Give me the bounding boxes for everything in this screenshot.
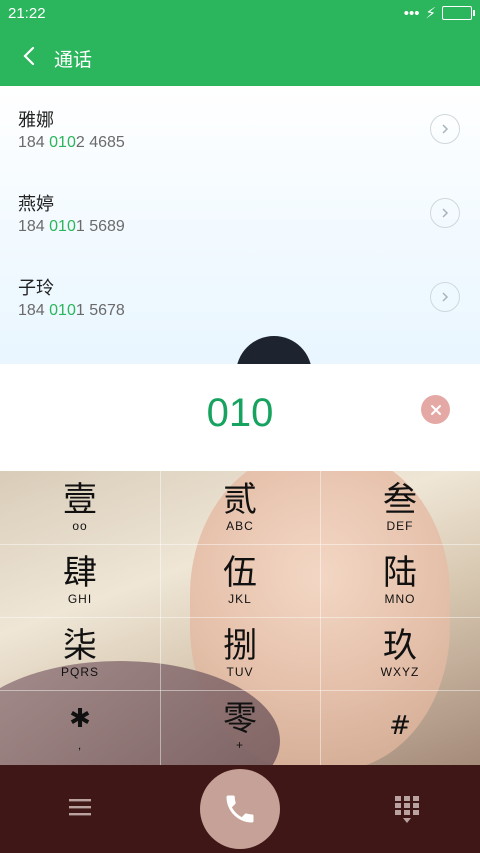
key-letters: + [235,738,244,752]
key-letters: TUV [226,665,254,679]
contact-match-list: 雅娜 184 0102 4685 燕婷 184 0101 5689 子玲 184… [0,86,480,364]
page-title: 通话 [54,50,93,71]
key-glyph: 捌 [223,626,257,666]
dial-input-area: 010 [0,364,480,471]
contact-row[interactable]: 燕婷 184 0101 5689 [0,170,480,254]
key-0[interactable]: 零 + [160,690,320,763]
key-8[interactable]: 捌 TUV [160,617,320,690]
contact-name: 子玲 [18,278,54,298]
key-glyph: 叁 [383,480,417,520]
contact-name: 雅娜 [18,110,54,130]
key-glyph: 伍 [223,553,257,593]
key-3[interactable]: 叁 DEF [320,471,480,544]
key-9[interactable]: 玖 WXYZ [320,617,480,690]
key-glyph: 玖 [383,626,417,666]
contact-name: 燕婷 [18,194,54,214]
phone-icon [226,795,254,823]
status-icons: ••• ⚡ [403,4,475,22]
close-icon[interactable] [421,395,450,424]
key-letters: JKL [228,592,252,606]
key-letters: WXYZ [380,665,420,679]
dialed-number: 010 [206,391,274,435]
number-match: 010 [49,134,76,151]
hamburger-menu-icon[interactable] [68,797,92,817]
key-letters: PQRS [60,665,99,679]
key-star[interactable]: ✱ , [0,690,160,763]
bottom-action-bar [0,765,480,853]
key-glyph: 陆 [383,553,417,593]
key-letters: GHI [67,592,93,606]
status-time: 21:22 [8,5,46,22]
chevron-left-icon[interactable] [18,44,42,68]
key-hash[interactable]: # [320,690,480,763]
key-glyph: 壹 [63,480,97,520]
contact-row[interactable]: 雅娜 184 0102 4685 [0,86,480,170]
key-glyph: 肆 [63,553,97,593]
app-header: 通话 [0,28,480,86]
keypad-grid: 壹 ᴏᴏ 贰 ABC 叁 DEF 肆 GHI 伍 JKL 陆 MNO 柒 PQR… [0,471,480,765]
chevron-right-icon[interactable] [430,282,460,312]
key-4[interactable]: 肆 GHI [0,544,160,617]
more-dots-icon: ••• [403,4,420,22]
key-1[interactable]: 壹 ᴏᴏ [0,471,160,544]
number-match: 010 [49,218,76,235]
contact-number: 184 0102 4685 [18,134,125,151]
chevron-right-icon[interactable] [430,114,460,144]
key-letters: DEF [386,519,414,533]
key-2[interactable]: 贰 ABC [160,471,320,544]
key-7[interactable]: 柒 PQRS [0,617,160,690]
contact-number: 184 0101 5678 [18,302,125,319]
key-glyph: 柒 [63,626,97,666]
number-match: 010 [49,302,76,319]
dialpad-icon[interactable] [394,795,420,825]
key-letters: MNO [384,592,416,606]
status-bar: 21:22 ••• ⚡ [0,0,480,28]
contact-row[interactable]: 子玲 184 0101 5678 [0,254,480,338]
key-letters: ABC [226,519,254,533]
key-letters: ᴏᴏ [72,519,88,533]
call-button[interactable] [200,769,280,849]
key-6[interactable]: 陆 MNO [320,544,480,617]
key-glyph: 贰 [223,480,257,520]
key-letters: , [77,738,83,752]
key-5[interactable]: 伍 JKL [160,544,320,617]
charging-icon: ⚡ [425,5,436,22]
key-glyph: ✱ [69,704,91,734]
key-glyph: 零 [223,699,257,739]
chevron-right-icon[interactable] [430,198,460,228]
dial-keypad: 壹 ᴏᴏ 贰 ABC 叁 DEF 肆 GHI 伍 JKL 陆 MNO 柒 PQR… [0,471,480,765]
key-glyph: # [389,711,411,741]
contact-number: 184 0101 5689 [18,218,125,235]
battery-icon [442,6,475,20]
